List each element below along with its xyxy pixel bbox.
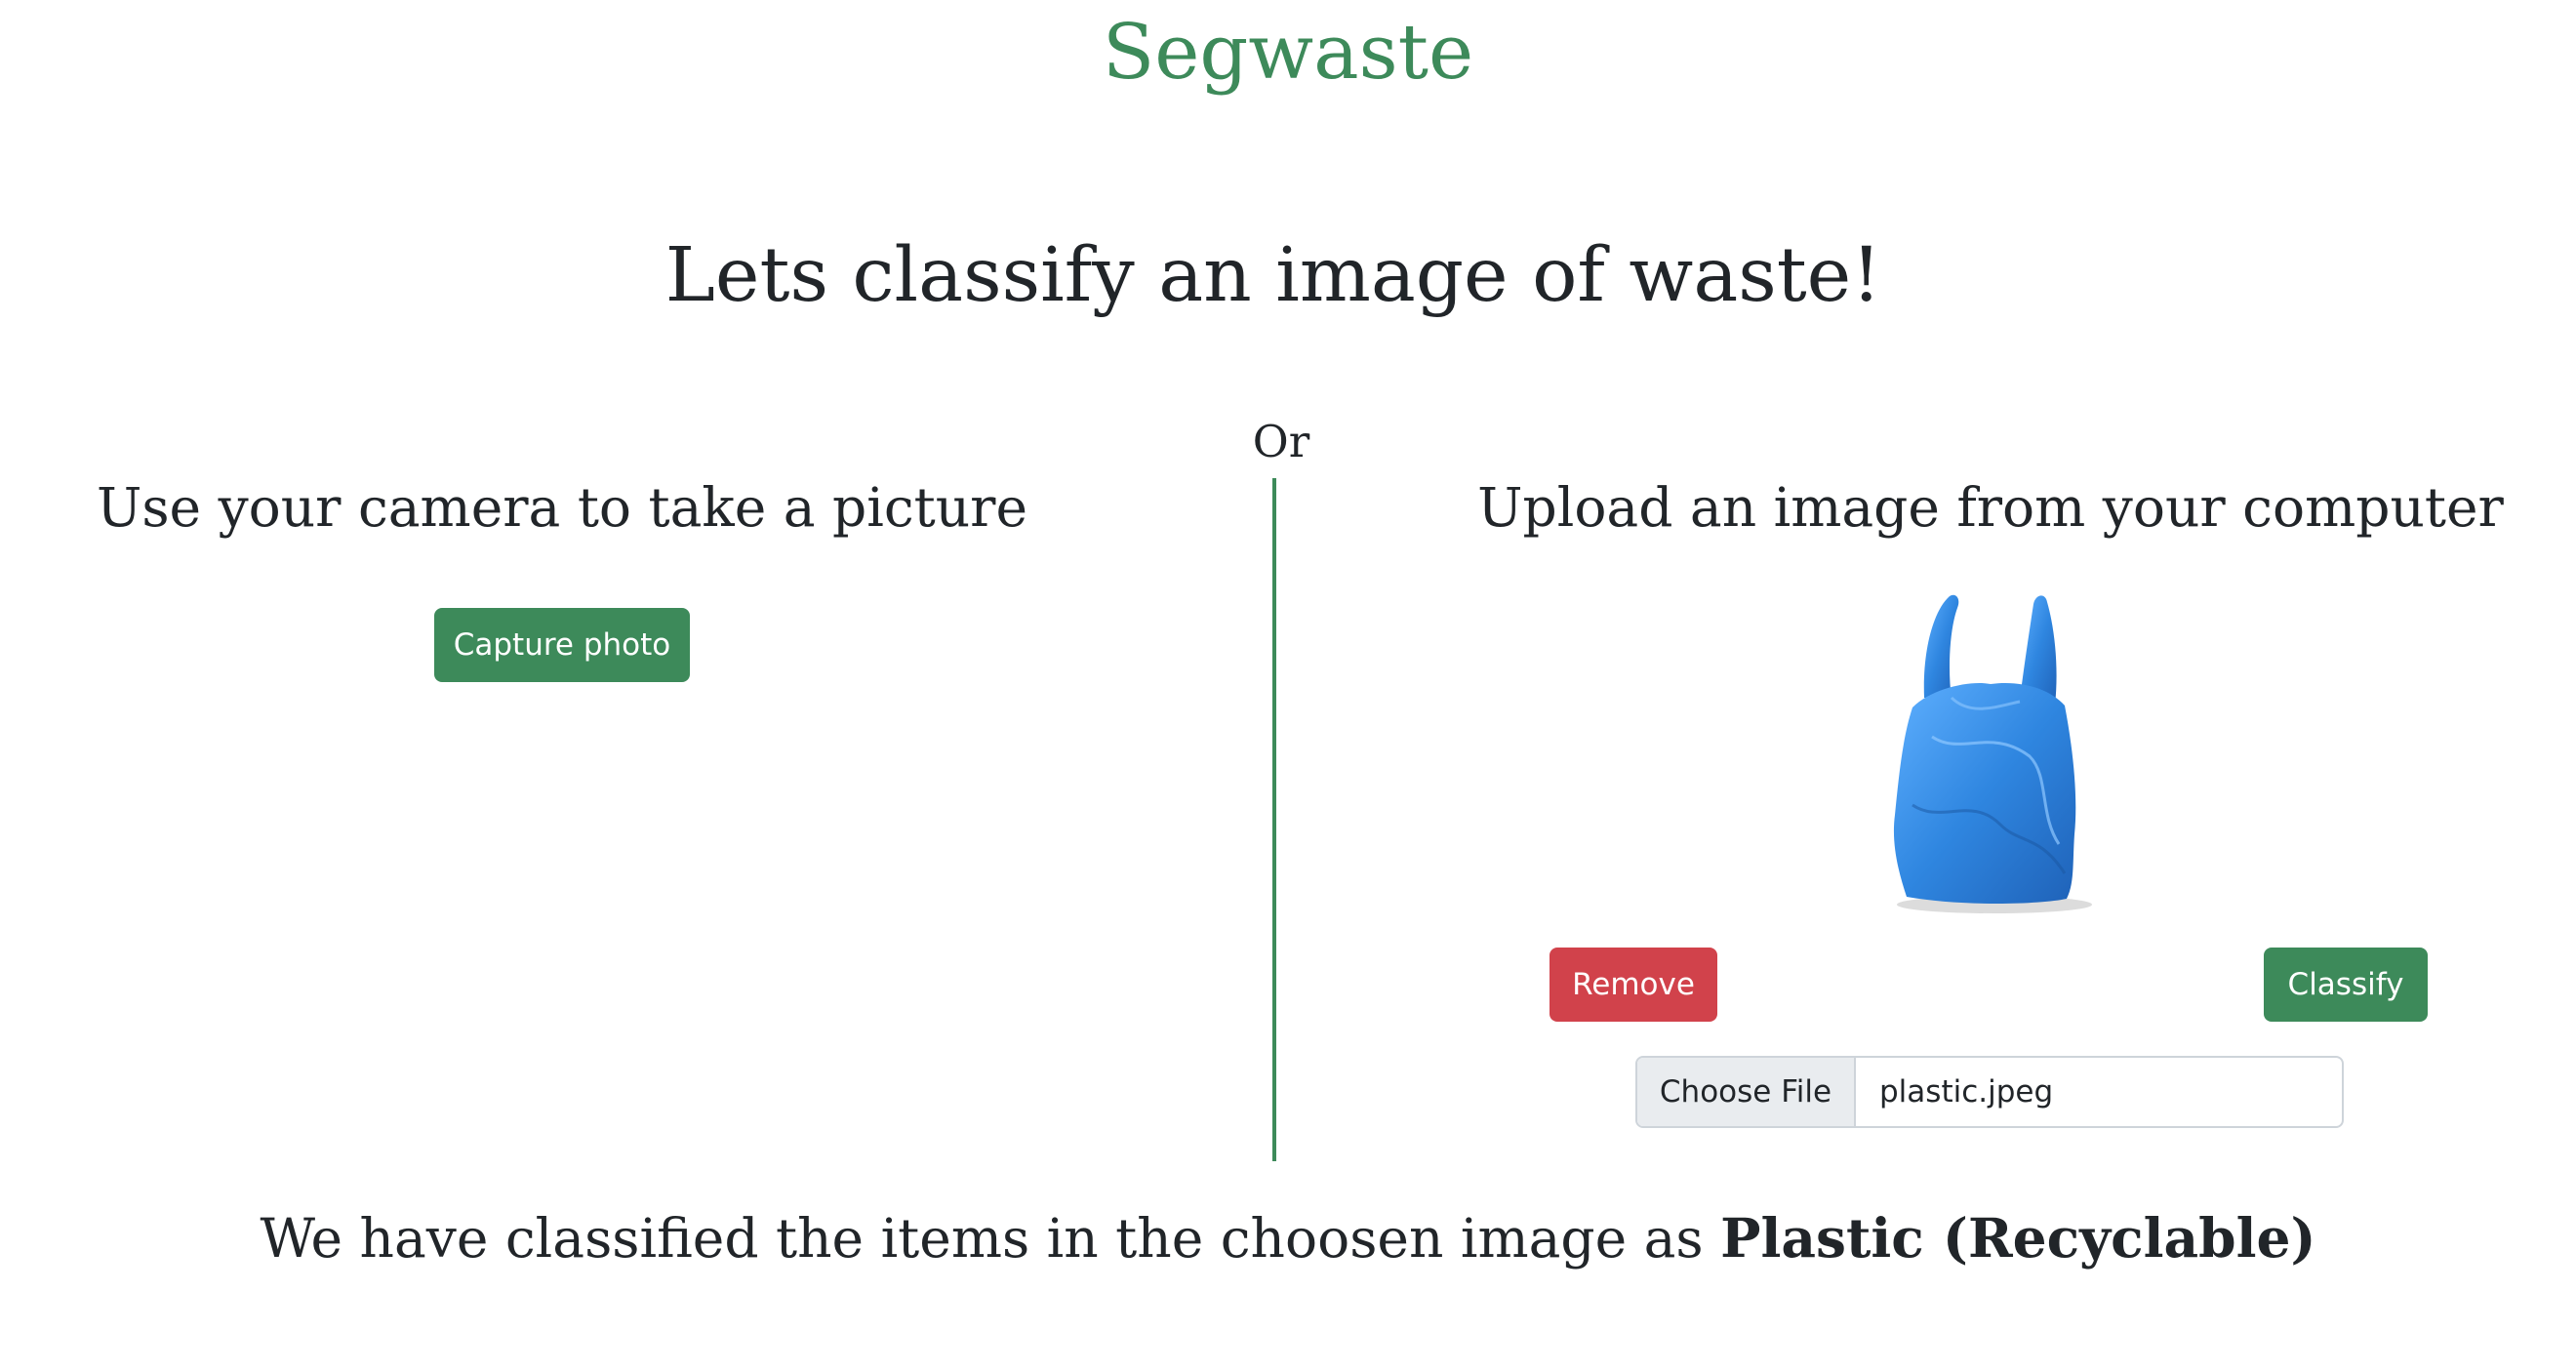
file-input[interactable]: Choose File plastic.jpeg <box>1635 1056 2344 1128</box>
section-divider <box>1272 478 1276 1161</box>
capture-photo-button[interactable]: Capture photo <box>434 608 690 682</box>
classification-result: We have classified the items in the choo… <box>0 1206 2576 1271</box>
classify-button[interactable]: Classify <box>2264 948 2428 1022</box>
plastic-bag-preview-image <box>1893 594 2092 913</box>
result-label: Plastic (Recyclable) <box>1720 1206 2316 1270</box>
result-prefix: We have classified the items in the choo… <box>260 1207 1721 1270</box>
page-headline: Lets classify an image of waste! <box>664 232 1882 319</box>
camera-section-title: Use your camera to take a picture <box>96 476 1028 539</box>
selected-file-name: plastic.jpeg <box>1879 1074 2054 1110</box>
upload-section-title: Upload an image from your computer <box>1477 476 2504 539</box>
divider-label: Or <box>1252 416 1310 467</box>
brand-title: Segwaste <box>1102 9 1474 97</box>
remove-image-button[interactable]: Remove <box>1550 948 1717 1022</box>
choose-file-button[interactable]: Choose File <box>1637 1058 1856 1126</box>
